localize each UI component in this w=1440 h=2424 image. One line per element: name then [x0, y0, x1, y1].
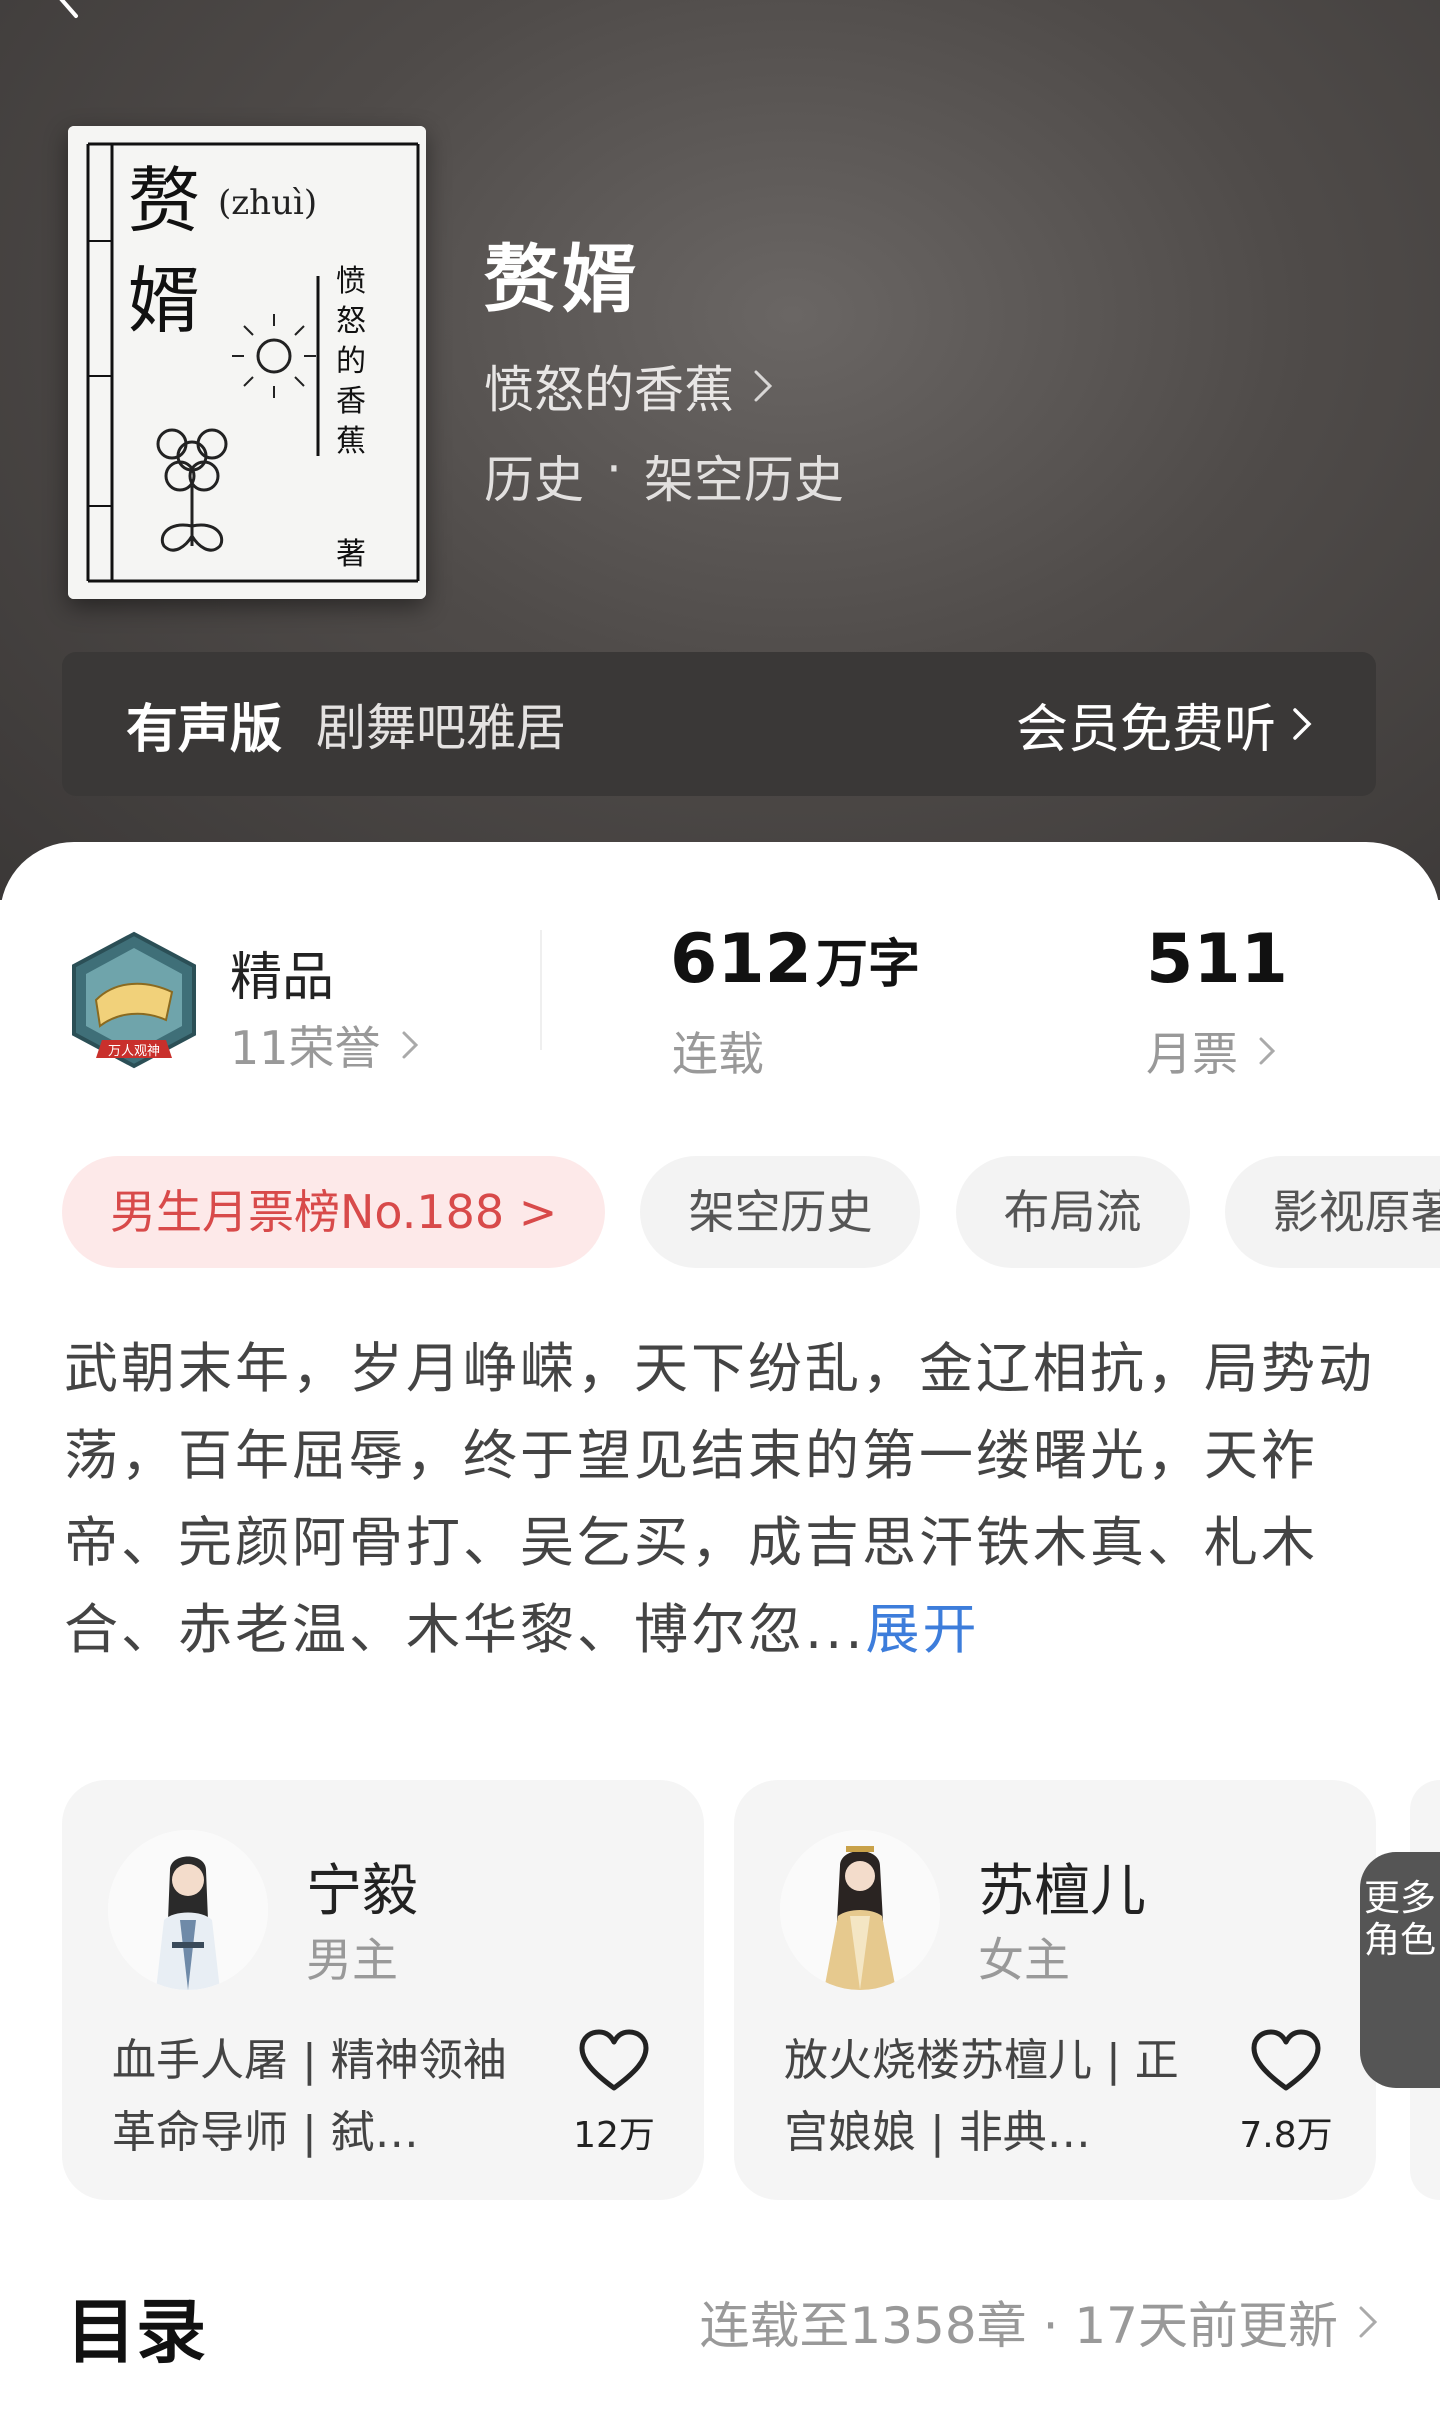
tag-item[interactable]: 影视原著: [1224, 1156, 1440, 1268]
monthly-tickets-link[interactable]: 月票: [1146, 1018, 1276, 1084]
character-avatar: [108, 1830, 268, 1990]
synopsis-text: 武朝末年，岁月峥嵘，天下纷乱，金辽相抗，局势动荡，百年屈辱，终于望见结束的第一缕…: [64, 1337, 1375, 1661]
expand-link[interactable]: 展开: [866, 1598, 980, 1661]
serial-status: 连载: [672, 1027, 764, 1081]
cover-title-char-1: 赘: [128, 159, 200, 243]
tag-item[interactable]: 架空历史: [640, 1156, 921, 1268]
word-count: 612 万字: [670, 920, 920, 999]
svg-text:怒: 怒: [336, 304, 366, 339]
genre-line: 历史 · 架空历史: [484, 440, 844, 512]
chevron-right-icon: [1359, 2306, 1378, 2338]
like-count: 12万: [573, 2115, 655, 2156]
chevron-right-icon: [1259, 1037, 1276, 1065]
character-role: 女主: [978, 1933, 1070, 1987]
category[interactable]: 历史: [484, 440, 584, 512]
cover-title-char-2: 婿: [128, 259, 200, 343]
back-arrow-icon[interactable]: [50, 0, 90, 20]
synopsis[interactable]: 武朝末年，岁月峥嵘，天下纷乱，金辽相抗，局势动荡，百年屈辱，终于望见结束的第一缕…: [64, 1325, 1384, 1673]
character-role: 男主: [306, 1933, 398, 1987]
toc-update-info: 连载至1358章 · 17天前更新: [699, 2297, 1338, 2355]
toc-title: 目录: [66, 2291, 206, 2373]
cover-artwork: 赘 婿 (zhuì) 愤 怒 的 香 蕉 著: [68, 126, 426, 599]
character-portrait: [780, 1830, 940, 1990]
monthly-tickets-label: 月票: [1146, 1027, 1238, 1081]
subcategory[interactable]: 架空历史: [644, 440, 844, 512]
cover-pinyin: (zhuì): [218, 183, 317, 223]
chevron-right-icon: [754, 370, 773, 402]
honors-count: 11荣誉: [230, 1021, 381, 1075]
character-card[interactable]: 苏檀儿 女主 放火烧楼苏檀儿 | 正宫娘娘 | 非典… 7.8万: [734, 1780, 1376, 2200]
character-card[interactable]: 宁毅 男主 血手人屠 | 精神领袖革命导师 | 弑… 12万: [62, 1780, 704, 2200]
more-characters-button[interactable]: 更多角色: [1360, 1852, 1440, 2088]
heart-icon[interactable]: [1250, 2028, 1322, 2094]
chevron-right-icon: [402, 1031, 418, 1059]
member-free-listen-label: 会员免费听: [1015, 699, 1276, 760]
chevron-right-icon: [1293, 708, 1312, 740]
toc-update-link[interactable]: 连载至1358章 · 17天前更新: [699, 2286, 1378, 2358]
svg-text:愤: 愤: [336, 264, 366, 299]
tag-ranking[interactable]: 男生月票榜No.188 >: [62, 1156, 606, 1268]
honors-link[interactable]: 11荣誉: [230, 1012, 419, 1078]
character-portrait: [108, 1830, 268, 1990]
book-cover[interactable]: 赘 婿 (zhuì) 愤 怒 的 香 蕉 著: [68, 126, 426, 599]
character-name: 苏檀儿: [978, 1859, 1146, 1924]
author-link[interactable]: 愤怒的香蕉: [484, 350, 774, 422]
character-description: 放火烧楼苏檀儿 | 正宫娘娘 | 非典…: [784, 2035, 1179, 2158]
character-avatar: [780, 1830, 940, 1990]
audio-narrator: 剧舞吧雅居: [316, 699, 567, 757]
book-title: 赘婿: [484, 237, 640, 323]
heart-icon[interactable]: [578, 2028, 650, 2094]
author-name: 愤怒的香蕉: [484, 361, 734, 419]
tag-list: 男生月票榜No.188 > 架空历史 布局流 影视原著: [62, 1156, 1440, 1268]
character-list: 宁毅 男主 血手人屠 | 精神领袖革命导师 | 弑… 12万 苏檀儿 女主 放火…: [62, 1780, 1440, 2200]
word-count-unit: 万字: [815, 935, 920, 995]
stats-divider: [540, 930, 542, 1050]
svg-text:香: 香: [336, 384, 366, 419]
character-name: 宁毅: [306, 1859, 418, 1924]
like-count: 7.8万: [1239, 2115, 1333, 2156]
book-header: 赘 婿 (zhuì) 愤 怒 的 香 蕉 著 赘婿 愤怒的香蕉 历史 · 架空历…: [0, 0, 1440, 900]
member-free-listen-button[interactable]: 会员免费听: [1016, 687, 1312, 762]
audio-version-bar[interactable]: 有声版 剧舞吧雅居 会员免费听: [62, 652, 1376, 796]
word-count-value: 612: [670, 920, 812, 999]
quality-badge-icon[interactable]: 万人观神: [66, 930, 202, 1072]
audio-label: 有声版: [126, 699, 283, 760]
badge-text: 万人观神: [108, 1044, 160, 1059]
quality-level: 精品: [230, 948, 335, 1008]
character-description: 血手人屠 | 精神领袖革命导师 | 弑…: [112, 2035, 507, 2158]
genre-separator: ·: [606, 440, 622, 498]
svg-text:著: 著: [336, 537, 366, 572]
monthly-tickets-value: 511: [1146, 920, 1288, 999]
tag-item[interactable]: 布局流: [955, 1156, 1190, 1268]
svg-text:蕉: 蕉: [336, 424, 366, 459]
svg-text:的: 的: [336, 344, 366, 379]
